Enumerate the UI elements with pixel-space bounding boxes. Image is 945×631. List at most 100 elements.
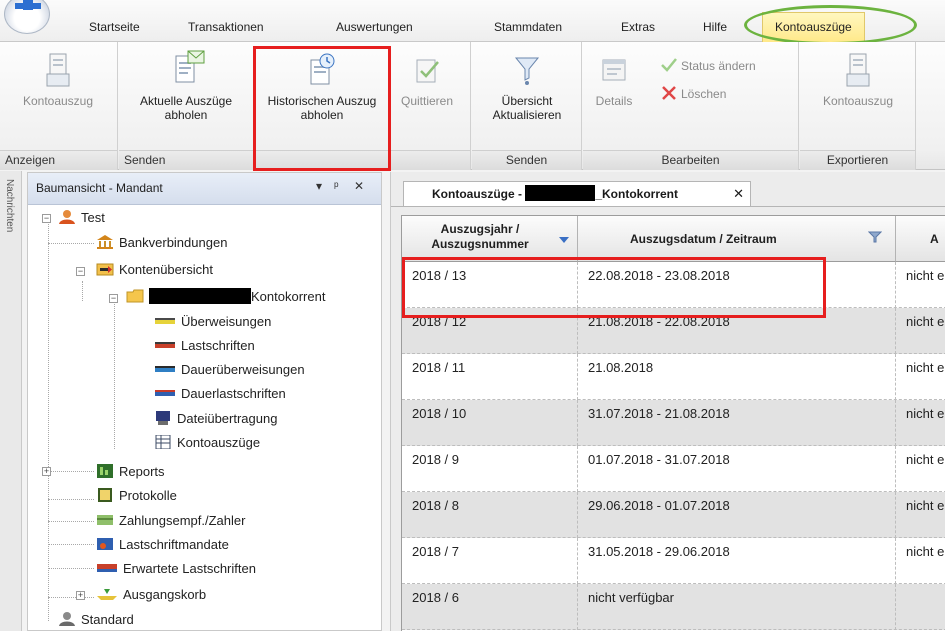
tree-panel-header: Baumansicht - Mandant ▾ ᵖ ✕	[28, 173, 381, 205]
tree-expander-ausgangskorb[interactable]: +	[76, 591, 85, 600]
tree-pin-icon[interactable]: ᵖ	[334, 179, 339, 193]
quittieren-label: Quittieren	[400, 94, 454, 108]
table-row[interactable]: 2018 / 11 21.08.2018 nicht er	[402, 354, 945, 400]
tree-expander-kontokorrent[interactable]: −	[109, 294, 118, 303]
tree-node-lastschriften[interactable]: Lastschriften	[154, 336, 255, 356]
tree-node-erwartete-lastschriften[interactable]: Erwartete Lastschriften	[96, 559, 256, 579]
user-gray-icon	[59, 612, 75, 626]
tree-node-ausgangskorb[interactable]: Ausgangskorb	[96, 585, 206, 605]
tree-node-kontoauszuege[interactable]: Kontoauszüge	[154, 433, 260, 453]
document-tab-close-icon[interactable]: ✕	[733, 182, 744, 206]
tree-dropdown-icon[interactable]: ▾	[316, 179, 322, 193]
table-row[interactable]: 2018 / 6 nicht verfügbar	[402, 584, 945, 630]
tab-startseite[interactable]: Startseite	[89, 16, 140, 38]
ribbon-group-anzeigen: Kontoauszug Anzeigen	[0, 42, 118, 170]
ribbon: Kontoauszug Anzeigen Aktuelle Auszüge ab…	[0, 42, 945, 170]
cell-zeitraum: 29.06.2018 - 01.07.2018	[578, 492, 896, 538]
tree-node-standard[interactable]: Standard	[58, 610, 134, 630]
historischen-auszug-label: Historischen Auszug abholen	[267, 94, 377, 122]
details-button[interactable]: Details	[589, 52, 639, 108]
table-row[interactable]: 2018 / 12 21.08.2018 - 22.08.2018 nicht …	[402, 308, 945, 354]
tree-panel: Baumansicht - Mandant ▾ ᵖ ✕ − Test Bankv…	[27, 172, 382, 631]
filter-icon[interactable]	[868, 230, 882, 244]
tree-node-ueberweisungen[interactable]: Überweisungen	[154, 312, 271, 332]
status-aendern-button[interactable]: Status ändern	[661, 58, 756, 73]
tree-close-icon[interactable]: ✕	[354, 179, 364, 193]
table-row[interactable]: 2018 / 10 31.07.2018 - 21.08.2018 nicht …	[402, 400, 945, 446]
fetch-historical-icon	[310, 53, 335, 85]
loeschen-label: Löschen	[681, 87, 727, 101]
tree-node-lastschriftmandate[interactable]: Lastschriftmandate	[96, 535, 229, 555]
tree-node-label: Dauerüberweisungen	[181, 362, 305, 377]
tree-node-kontenuebersicht[interactable]: Kontenübersicht	[96, 260, 213, 280]
tree-node-label: Überweisungen	[181, 314, 272, 329]
direct-debit-icon	[155, 342, 175, 348]
cell-status: nicht er	[906, 544, 945, 559]
table-row[interactable]: 2018 / 13 22.08.2018 - 23.08.2018 nicht …	[402, 262, 945, 308]
tree-node-kontokorrent[interactable]: Kontokorrent	[126, 287, 325, 307]
tree-expander-test[interactable]: −	[42, 214, 51, 223]
tab-kontoauszuege[interactable]: Kontoauszüge	[762, 12, 865, 42]
filter-refresh-icon	[514, 57, 540, 85]
table-row[interactable]: 2018 / 7 31.05.2018 - 29.06.2018 nicht e…	[402, 538, 945, 584]
aktuelle-auszuege-abholen-button[interactable]: Aktuelle Auszüge abholen	[125, 50, 247, 122]
historischen-auszug-abholen-button[interactable]: Historischen Auszug abholen	[260, 52, 384, 122]
loeschen-button[interactable]: Löschen	[661, 86, 726, 101]
tree-node-test[interactable]: Test	[58, 208, 105, 228]
kontoauszug-anzeigen-button[interactable]: Kontoauszug	[4, 52, 112, 108]
tab-transaktionen[interactable]: Transaktionen	[188, 16, 264, 38]
table-row[interactable]: 2018 / 8 29.06.2018 - 01.07.2018 nicht e…	[402, 492, 945, 538]
ribbon-group-senden-2-label: Senden	[472, 150, 581, 170]
column-header-label: A	[930, 232, 939, 246]
tree-node-dauerlastschriften[interactable]: Dauerlastschriften	[154, 384, 286, 404]
tree-node-label: Zahlungsempf./Zahler	[119, 513, 246, 528]
cell-status: nicht er	[906, 452, 945, 467]
cell-auszugsnummer: 2018 / 9	[402, 446, 578, 492]
tab-hilfe[interactable]: Hilfe	[703, 16, 727, 38]
menu-bar: Startseite Transaktionen Auswertungen St…	[0, 0, 945, 42]
tree-node-label: Lastschriftmandate	[119, 537, 229, 552]
document-tab-suffix: _Kontokorrent	[595, 187, 678, 201]
table-row[interactable]: 2018 / 9 01.07.2018 - 31.07.2018 nicht e…	[402, 446, 945, 492]
tree-node-label: Kontokorrent	[251, 289, 326, 304]
cell-auszugsnummer: 2018 / 12	[402, 308, 578, 354]
tree-expander-kontenuebersicht[interactable]: −	[76, 267, 85, 276]
tree-node-label: Protokolle	[119, 488, 177, 503]
ribbon-group-anzeigen-label: Anzeigen	[0, 150, 117, 170]
tab-auswertungen[interactable]: Auswertungen	[336, 16, 413, 38]
tree-node-reports[interactable]: Reports	[96, 462, 165, 482]
column-header-auszugsdatum[interactable]: Auszugsdatum / Zeitraum	[578, 216, 896, 262]
delete-x-icon	[662, 86, 676, 100]
tree-node-protokolle[interactable]: Protokolle	[96, 486, 177, 506]
tree-node-dauerueberweisungen[interactable]: Dauerüberweisungen	[154, 360, 305, 380]
tab-extras[interactable]: Extras	[621, 16, 655, 38]
standing-order-icon	[155, 366, 175, 372]
protocol-icon	[98, 488, 112, 502]
tree-expander-reports[interactable]: +	[42, 467, 51, 476]
nachrichten-side-tab[interactable]: Nachrichten	[0, 171, 22, 631]
expected-debit-icon	[97, 564, 117, 572]
document-tab[interactable]: Kontoauszüge - _Kontokorrent ✕	[403, 181, 751, 207]
tree-node-bankverbindungen[interactable]: Bankverbindungen	[96, 233, 227, 253]
tab-stammdaten[interactable]: Stammdaten	[494, 16, 562, 38]
column-header-a[interactable]: A	[896, 216, 945, 262]
tab-divider	[391, 206, 945, 207]
ribbon-group-bearbeiten-label: Bearbeiten	[583, 150, 798, 170]
column-header-auszugsjahr[interactable]: Auszugsjahr / Auszugsnummer	[402, 216, 578, 262]
kontoauszug-exportieren-button[interactable]: Kontoauszug	[806, 52, 910, 108]
uebersicht-aktualisieren-label: Übersicht Aktualisieren	[492, 94, 562, 122]
tree-node-dateiuebertragung[interactable]: Dateiübertragung	[154, 409, 277, 429]
tree-connector	[82, 281, 83, 301]
app-logo-icon[interactable]	[4, 0, 50, 34]
cell-auszugsnummer: 2018 / 10	[402, 400, 578, 446]
aktuelle-auszuege-label: Aktuelle Auszüge abholen	[139, 94, 233, 122]
tree-connector	[114, 301, 115, 449]
uebersicht-aktualisieren-button[interactable]: Übersicht Aktualisieren	[476, 52, 578, 122]
quittieren-button[interactable]: Quittieren	[391, 52, 463, 108]
ribbon-group-bearbeiten: Details Status ändern Löschen Bearbeiten	[583, 42, 799, 170]
tree-node-zahlungsempf[interactable]: Zahlungsempf./Zahler	[96, 511, 245, 531]
cell-zeitraum: 31.07.2018 - 21.08.2018	[578, 400, 896, 446]
cell-auszugsnummer: 2018 / 13	[402, 262, 578, 308]
status-aendern-label: Status ändern	[681, 59, 756, 73]
tree-connector	[48, 243, 94, 244]
